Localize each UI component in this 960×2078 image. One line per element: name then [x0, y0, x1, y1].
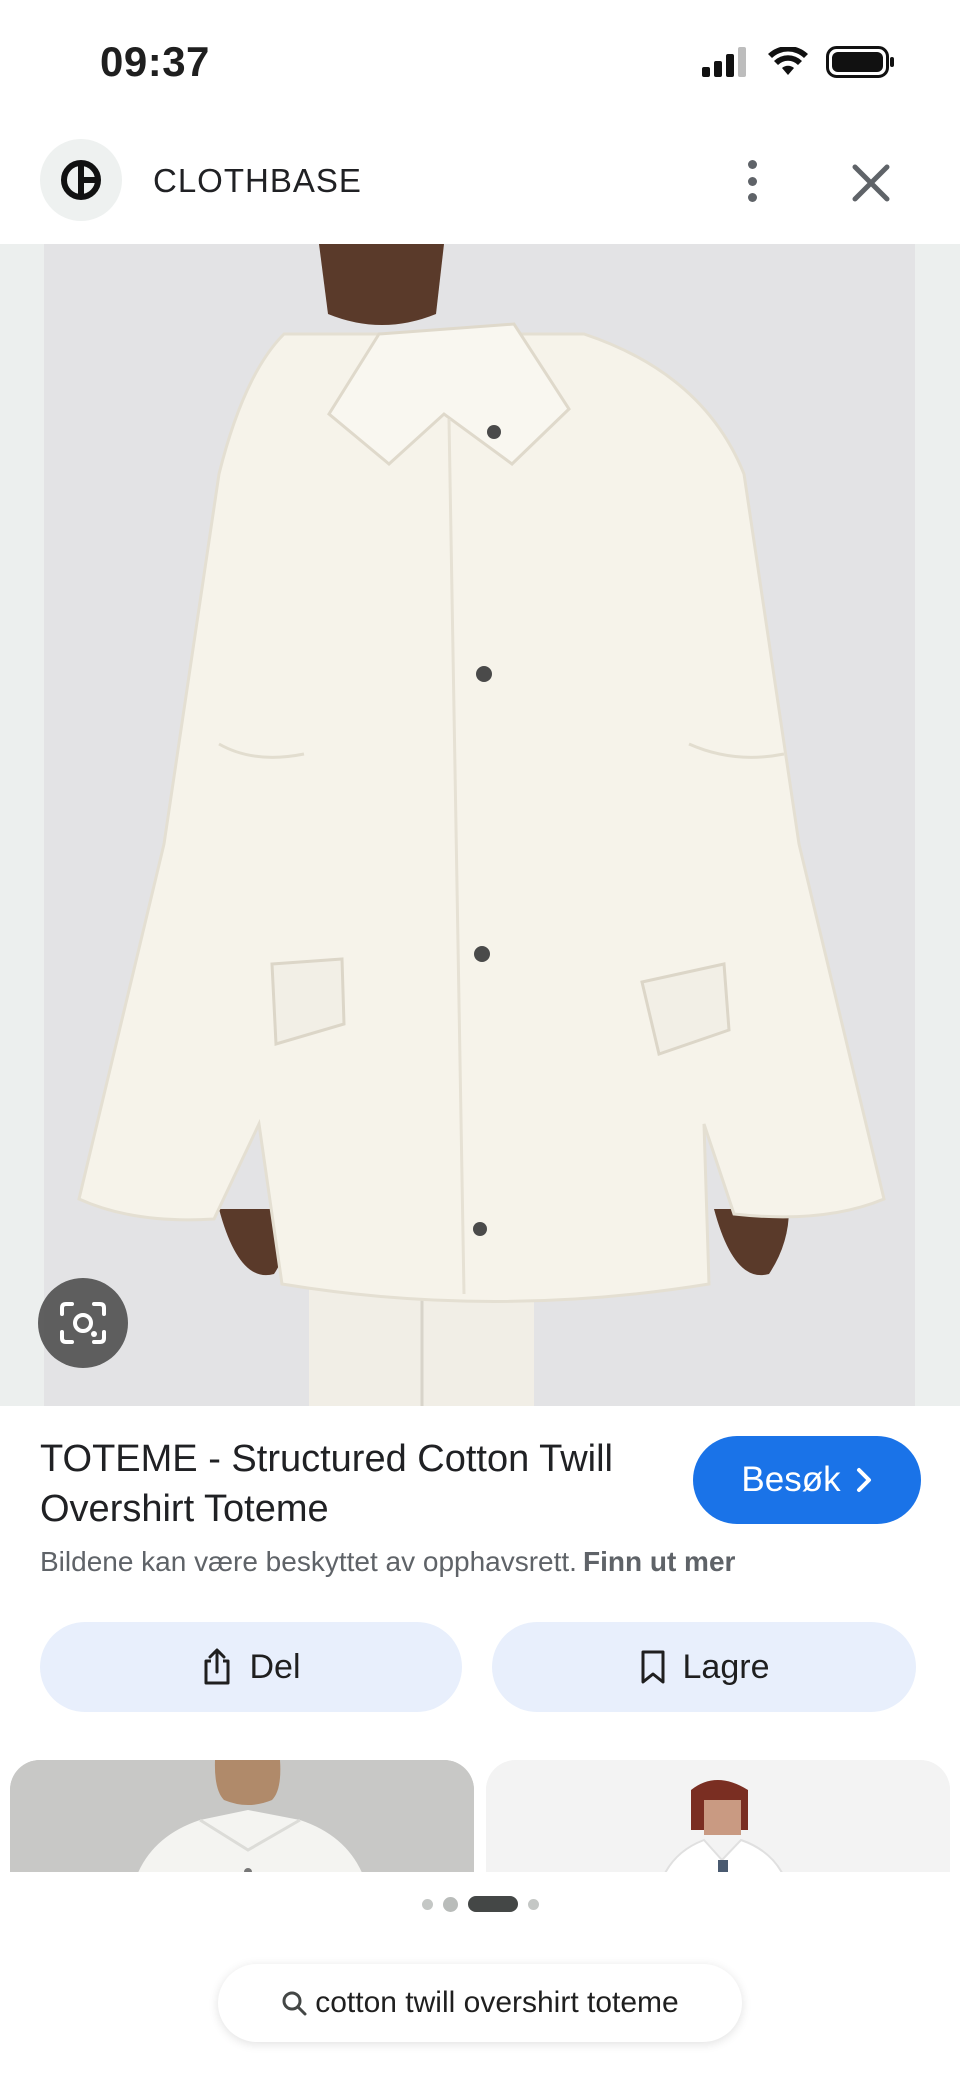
share-button[interactable]: Del	[40, 1622, 462, 1712]
copyright-notice: Bildene kan være beskyttet av opphavsret…	[40, 1546, 735, 1578]
pager-dot[interactable]	[442, 1896, 458, 1912]
pager-dot[interactable]	[527, 1898, 539, 1910]
related-image-1[interactable]	[10, 1760, 474, 1872]
chevron-right-icon	[856, 1468, 871, 1492]
lens-icon[interactable]	[38, 1278, 128, 1368]
close-icon[interactable]	[846, 158, 896, 208]
wifi-icon	[768, 47, 808, 75]
product-title[interactable]: TOTEME - Structured Cotton Twill Overshi…	[40, 1434, 640, 1534]
visit-label: Besøk	[741, 1460, 841, 1499]
save-label: Lagre	[682, 1647, 770, 1686]
overshirt-illustration	[44, 244, 915, 1406]
bookmark-icon	[641, 1650, 665, 1684]
copyright-text: Bildene kan være beskyttet av opphavsret…	[40, 1546, 577, 1577]
more-vert-icon[interactable]	[732, 154, 772, 208]
site-header: CLOTHBASE	[0, 130, 960, 244]
status-time: 09:37	[100, 38, 210, 85]
clothbase-logo-icon[interactable]	[40, 139, 122, 221]
battery-icon	[826, 46, 894, 78]
image-viewer[interactable]	[0, 244, 960, 1406]
product-image[interactable]	[44, 244, 915, 1406]
share-label: Del	[249, 1647, 301, 1686]
learn-more-link[interactable]: Finn ut mer	[583, 1546, 735, 1577]
related-image-2[interactable]	[486, 1760, 950, 1872]
pager-dot[interactable]	[421, 1898, 433, 1910]
status-bar: 09:37	[0, 0, 960, 130]
pager-dot-active[interactable]	[467, 1896, 518, 1912]
search-pill[interactable]: cotton twill overshirt toteme	[218, 1964, 742, 2042]
visit-button[interactable]: Besøk	[693, 1436, 921, 1524]
signal-icon	[702, 47, 746, 77]
status-icons	[702, 46, 896, 78]
site-name[interactable]: CLOTHBASE	[153, 162, 362, 200]
bottom-sheet: cotton twill overshirt toteme	[0, 1872, 960, 2078]
share-icon	[204, 1648, 230, 1685]
pager-dots	[0, 1896, 960, 1912]
search-icon	[282, 1991, 307, 2016]
related-images	[0, 1760, 960, 1872]
save-button[interactable]: Lagre	[492, 1622, 916, 1712]
search-query: cotton twill overshirt toteme	[315, 1986, 679, 2019]
